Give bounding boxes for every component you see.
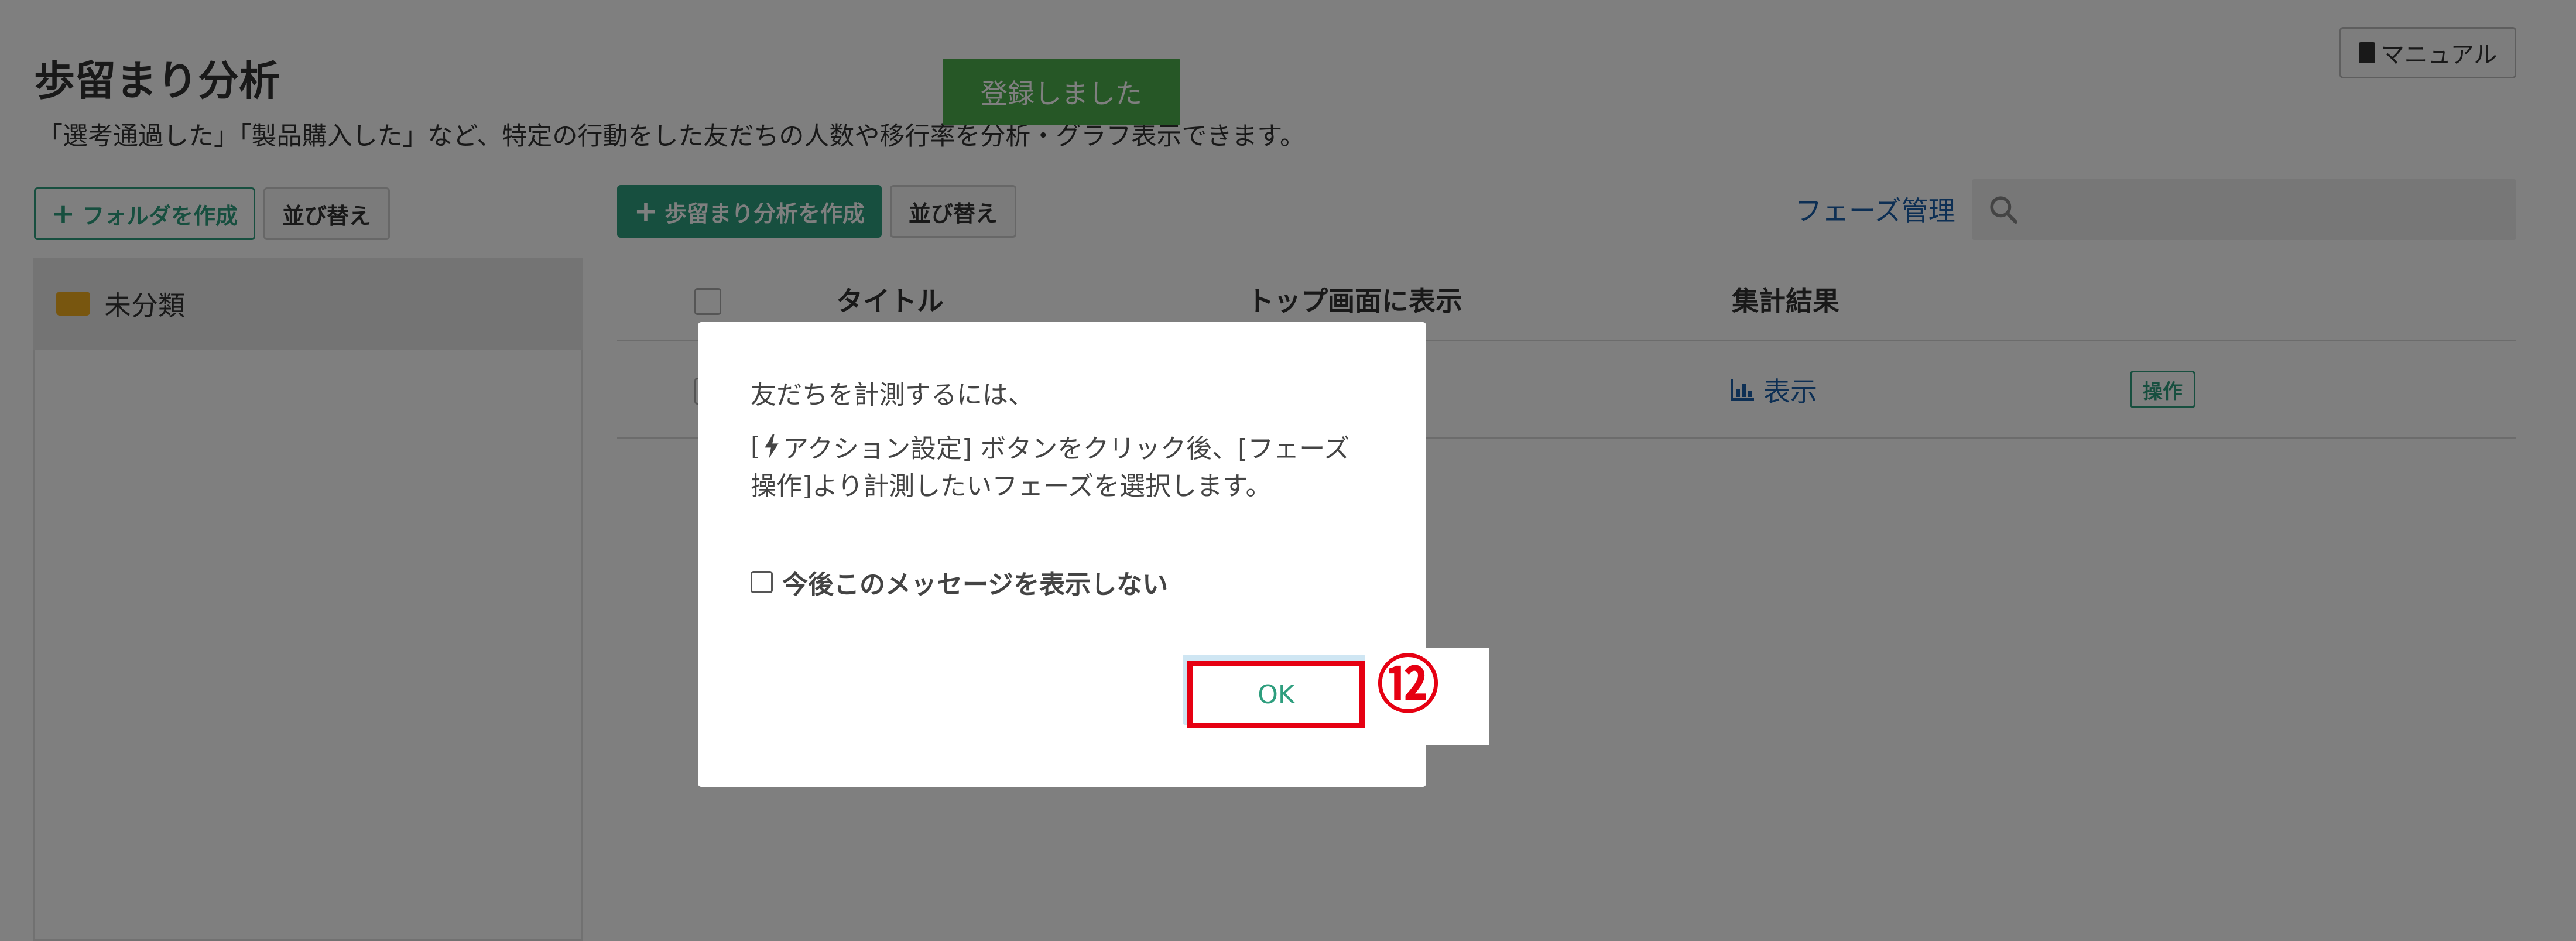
lightning-icon (765, 434, 779, 458)
ok-button[interactable]: OK (1187, 661, 1365, 728)
bracket-open: [ (751, 431, 761, 461)
dialog-message-line2-text: アクション設定] ボタンをクリック後、[フェーズ (783, 434, 1350, 464)
info-dialog: 友だちを計測するには、 [ アクション設定] ボタンをクリック後、[フェーズ 操… (698, 322, 1489, 787)
dont-show-again-option[interactable]: 今後このメッセージを表示しない (751, 563, 1168, 601)
ok-label: OK (1258, 679, 1295, 710)
dont-show-again-label: 今後このメッセージを表示しない (782, 570, 1169, 600)
dialog-message-line1: 友だちを計測するには、 (751, 380, 1034, 410)
step-marker: ⑫ (1377, 649, 1439, 721)
dialog-message-line3: 操作]より計測したいフェーズを選択します。 (751, 471, 1272, 501)
dont-show-again-checkbox[interactable] (751, 571, 773, 593)
dialog-message-line2: [ アクション設定] ボタンをクリック後、[フェーズ (751, 427, 1349, 465)
